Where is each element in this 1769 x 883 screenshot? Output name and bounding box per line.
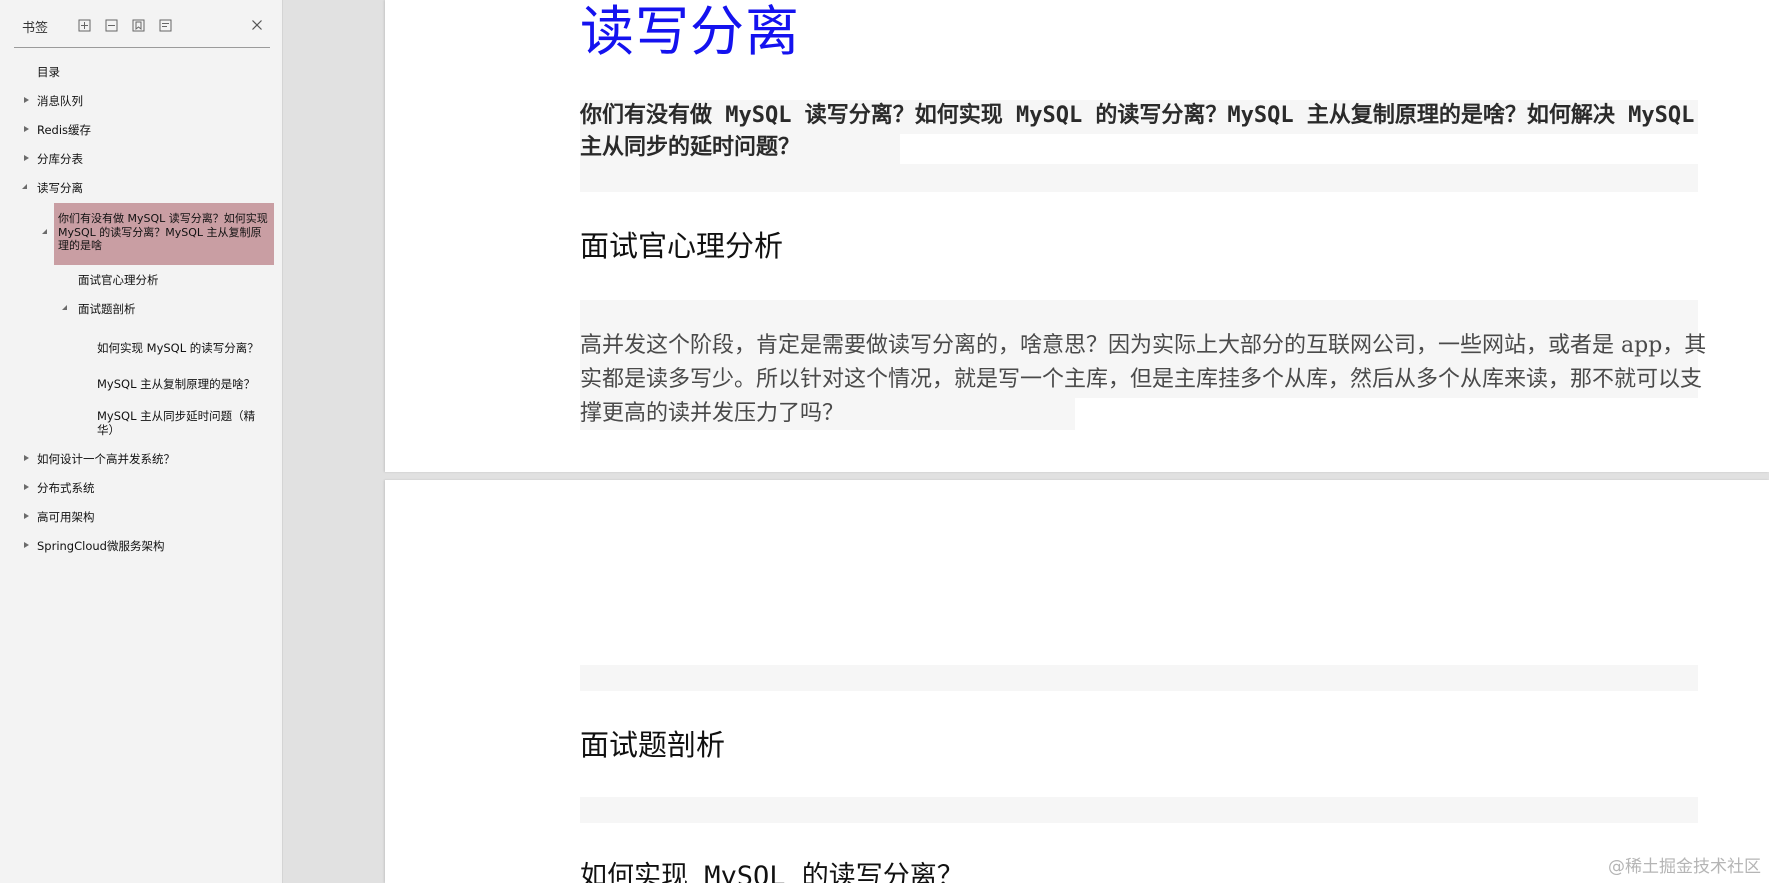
bookmarks-title: 书签: [22, 21, 49, 36]
bookmarks-header: 书签: [14, 10, 270, 48]
collapse-all-icon[interactable]: [102, 16, 120, 34]
section-heading-interviewer: 面试官心理分析: [580, 229, 784, 263]
bookmark-item-mq[interactable]: 消息队列: [37, 94, 83, 108]
code-background: [580, 665, 1698, 691]
bookmark-label: SpringCloud微服务架构: [37, 539, 165, 553]
bookmark-item-toc[interactable]: 目录: [37, 65, 60, 79]
bookmark-item-analysis[interactable]: 面试题剖析: [78, 302, 136, 316]
code-background: [580, 797, 1698, 823]
bookmark-label: 高可用架构: [37, 510, 95, 524]
bookmark-label: 分库分表: [37, 152, 83, 166]
bookmark-item-replication[interactable]: MySQL 主从复制原理的是啥？: [97, 377, 255, 391]
bookmark-item-delay[interactable]: MySQL 主从同步延时问题（精华）: [97, 409, 269, 437]
add-bookmark-icon[interactable]: [129, 16, 147, 34]
code-background: [580, 164, 1698, 192]
bookmark-label: MySQL 主从同步延时问题（精华）: [97, 409, 256, 437]
bookmark-label: 目录: [37, 65, 60, 79]
paragraph-background: [580, 300, 1698, 330]
section-heading-howto: 如何实现 MySQL 的读写分离？: [580, 861, 964, 883]
bookmark-item-selected[interactable]: 你们有没有做 MySQL 读写分离？如何实现 MySQL 的读写分离？MySQL…: [54, 203, 274, 265]
document-page-1: 读写分离 你们有没有做 MySQL 读写分离？如何实现 MySQL 的读写分离？…: [385, 0, 1769, 472]
bookmark-item-rw-split[interactable]: 读写分离: [37, 181, 83, 195]
bookmark-properties-icon[interactable]: [156, 16, 174, 34]
expand-arrow-icon[interactable]: [24, 155, 29, 161]
question-heading: 你们有没有做 MySQL 读写分离？如何实现 MySQL 的读写分离？MySQL…: [580, 103, 1695, 160]
watermark: @稀土掘金技术社区: [1608, 857, 1761, 877]
bookmark-item-howto[interactable]: 如何实现 MySQL 的读写分离？: [97, 341, 259, 355]
bookmark-label: Redis缓存: [37, 123, 92, 137]
bookmarks-panel: 书签 目录 消息队列 Redis缓存 分库分表 读写分离 你们有没有做 MySQ…: [0, 0, 283, 883]
analysis-paragraph: 高并发这个阶段，肯定是需要做读写分离的，啥意思？因为实际上大部分的互联网公司，一…: [580, 333, 1707, 426]
expand-all-icon[interactable]: [75, 16, 93, 34]
expand-arrow-icon[interactable]: [24, 455, 29, 461]
expand-arrow-icon[interactable]: [24, 126, 29, 132]
bookmark-item-springcloud[interactable]: SpringCloud微服务架构: [37, 539, 164, 553]
bookmark-item-sharding[interactable]: 分库分表: [37, 152, 83, 166]
bookmark-label: MySQL 主从复制原理的是啥？: [97, 377, 256, 391]
collapse-arrow-icon[interactable]: [42, 229, 48, 235]
bookmark-label: 面试官心理分析: [78, 273, 159, 287]
section-heading-analysis: 面试题剖析: [580, 728, 726, 762]
document-title: 读写分离: [580, 0, 800, 63]
expand-arrow-icon[interactable]: [24, 484, 29, 490]
bookmark-label: 如何设计一个高并发系统？: [37, 452, 175, 466]
bookmark-label: 读写分离: [37, 181, 83, 195]
bookmark-label: 如何实现 MySQL 的读写分离？: [97, 341, 259, 355]
close-icon[interactable]: [248, 16, 266, 34]
bookmark-item-high-concurrency[interactable]: 如何设计一个高并发系统？: [37, 452, 175, 466]
collapse-arrow-icon[interactable]: [22, 184, 28, 190]
bookmark-item-interviewer[interactable]: 面试官心理分析: [78, 273, 159, 287]
expand-arrow-icon[interactable]: [24, 542, 29, 548]
bookmark-item-ha[interactable]: 高可用架构: [37, 510, 95, 524]
bookmark-label: 面试题剖析: [78, 302, 136, 316]
document-page-2: 面试题剖析 如何实现 MySQL 的读写分离？: [385, 480, 1769, 883]
bookmark-label: 消息队列: [37, 94, 83, 108]
expand-arrow-icon[interactable]: [24, 513, 29, 519]
bookmark-label: 分布式系统: [37, 481, 95, 495]
expand-arrow-icon[interactable]: [24, 97, 29, 103]
bookmark-label: 你们有没有做 MySQL 读写分离？如何实现 MySQL 的读写分离？MySQL…: [58, 212, 268, 252]
bookmark-item-distributed[interactable]: 分布式系统: [37, 481, 95, 495]
bookmark-item-redis[interactable]: Redis缓存: [37, 123, 91, 137]
collapse-arrow-icon[interactable]: [62, 305, 68, 311]
